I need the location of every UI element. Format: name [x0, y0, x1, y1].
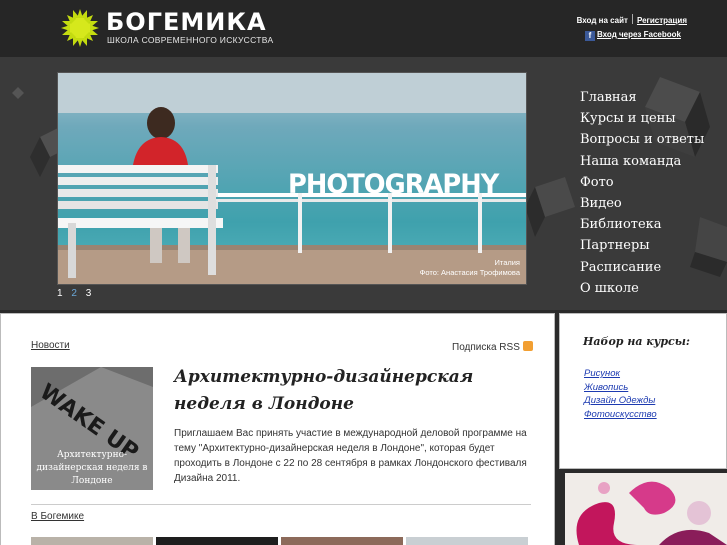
nav-item-schedule[interactable]: Расписание: [580, 257, 704, 278]
sun-logo-icon: [61, 9, 99, 47]
section-divider: [31, 504, 531, 505]
article-title[interactable]: Архитектурно-дизайнерская неделя в Лондо…: [174, 364, 494, 418]
gallery-thumbnail[interactable]: [31, 537, 153, 545]
nav-item-faq[interactable]: Вопросы и ответы: [580, 129, 704, 150]
courses-title: Набор на курсы:: [583, 335, 690, 348]
floral-artwork: [565, 473, 727, 545]
bohemika-section-link[interactable]: В Богемике: [31, 511, 84, 522]
article-body: Приглашаем Вас принять участие в междуна…: [174, 428, 527, 484]
slider-pager: 1 2 3: [57, 288, 97, 299]
nav-item-courses[interactable]: Курсы и цены: [580, 108, 704, 129]
nav-item-video[interactable]: Видео: [580, 193, 704, 214]
slider-page-2[interactable]: 2: [71, 288, 77, 299]
decorative-cube-icon: [525, 177, 575, 237]
slide-title: PHOTOGRAPHY: [288, 169, 499, 200]
site-header: БОГЕМИКА ШКОЛА СОВРЕМЕННОГО ИСКУССТВА Вх…: [0, 0, 727, 57]
facebook-login-link[interactable]: f Вход через Facebook: [585, 30, 681, 41]
nav-item-photo[interactable]: Фото: [580, 172, 704, 193]
facebook-icon: f: [585, 31, 595, 41]
rss-subscribe-link[interactable]: Подписка RSS: [452, 341, 533, 353]
course-link-photography[interactable]: Фотоискусство: [584, 408, 657, 422]
nav-item-library[interactable]: Библиотека: [580, 214, 704, 235]
course-link-painting[interactable]: Живопись: [584, 381, 657, 395]
gallery-thumbnail[interactable]: [406, 537, 528, 545]
nav-item-about[interactable]: О школе: [580, 278, 704, 299]
facebook-login-label: Вход через Facebook: [597, 30, 681, 39]
nav-item-home[interactable]: Главная: [580, 87, 704, 108]
nav-item-team[interactable]: Наша команда: [580, 151, 704, 172]
login-link[interactable]: Вход на сайт: [577, 16, 628, 25]
brand-tagline: ШКОЛА СОВРЕМЕННОГО ИСКУССТВА: [107, 35, 274, 45]
course-link-fashion-design[interactable]: Дизайн Одежды: [584, 394, 657, 408]
news-panel: Новости Подписка RSS WAKE UP Архитектурн…: [0, 313, 555, 545]
courses-list: Рисунок Живопись Дизайн Одежды Фотоискус…: [584, 367, 657, 421]
gallery-thumbnail[interactable]: [156, 537, 278, 545]
photo-caption-place: Италия: [494, 258, 520, 267]
auth-links: Вход на сайт Регистрация: [577, 14, 687, 25]
photo-caption: Италия Фото: Анастасия Трофимова: [420, 258, 520, 278]
course-link-drawing[interactable]: Рисунок: [584, 367, 657, 381]
brand-name: БОГЕМИКА: [106, 8, 267, 36]
promo-banner[interactable]: [559, 473, 727, 545]
rss-icon: [522, 341, 533, 351]
rss-label: Подписка RSS: [452, 342, 520, 353]
gallery-thumbnail[interactable]: [281, 537, 403, 545]
register-link[interactable]: Регистрация: [637, 16, 687, 25]
main-navigation: Главная Курсы и цены Вопросы и ответы На…: [580, 87, 704, 299]
slider-page-3[interactable]: 3: [86, 288, 92, 299]
auth-divider: [631, 14, 633, 24]
article-thumbnail[interactable]: WAKE UP Архитектурно-дизайнерская неделя…: [31, 367, 153, 490]
slider-page-1[interactable]: 1: [57, 288, 63, 299]
hero-banner: PHOTOGRAPHY Италия Фото: Анастасия Трофи…: [0, 57, 727, 310]
nav-item-partners[interactable]: Партнеры: [580, 235, 704, 256]
news-section-link[interactable]: Новости: [31, 340, 70, 351]
courses-panel: Набор на курсы: Рисунок Живопись Дизайн …: [559, 313, 727, 469]
photo-caption-author: Фото: Анастасия Трофимова: [419, 268, 520, 277]
featured-slide-image[interactable]: PHOTOGRAPHY Италия Фото: Анастасия Трофи…: [57, 72, 527, 285]
site-logo[interactable]: БОГЕМИКА ШКОЛА СОВРЕМЕННОГО ИСКУССТВА: [60, 8, 274, 48]
thumbnail-caption: Архитектурно-дизайнерская неделя в Лондо…: [36, 450, 148, 486]
decorative-cube-icon: [12, 87, 24, 99]
